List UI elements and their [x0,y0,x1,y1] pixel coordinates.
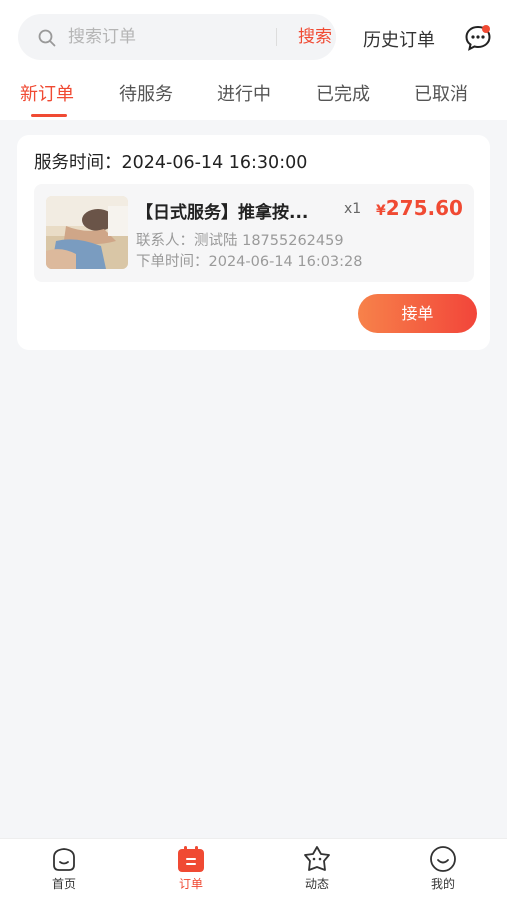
history-orders-link[interactable]: 历史订单 [363,26,435,52]
tab-completed[interactable]: 已完成 [316,80,370,106]
nav-item-orders[interactable]: 订单 [151,845,231,892]
order-calendar-icon [178,846,204,872]
unread-dot [482,25,490,33]
nav-label-feed: 动态 [304,877,329,891]
price: ¥275.60 [376,196,463,220]
nav-item-mine[interactable]: 我的 [403,845,483,892]
service-title: 【日式服务】推拿按... [136,203,309,223]
currency-symbol: ¥ [376,203,386,219]
smile-icon [430,846,456,872]
tab-in-progress[interactable]: 进行中 [217,80,271,106]
active-tab-indicator [31,114,67,117]
search-box[interactable]: 搜索 [18,14,336,60]
nav-label-home: 首页 [51,877,76,891]
search-divider [276,28,277,46]
top-bar: 搜索 历史订单 新订单 待服务 进行中 已完成 已取消 [0,0,507,120]
service-thumbnail [46,196,128,269]
order-tabs: 新订单 待服务 进行中 已完成 已取消 [0,70,507,118]
search-icon [38,29,56,47]
tab-new-orders[interactable]: 新订单 [20,80,74,106]
bottom-nav: 首页 订单 动态 我的 [0,838,507,900]
nav-item-home[interactable]: 首页 [24,845,104,892]
tab-pending-service[interactable]: 待服务 [119,80,173,106]
nav-label-mine: 我的 [430,877,455,891]
search-button[interactable]: 搜索 [280,14,350,60]
tab-cancelled[interactable]: 已取消 [414,80,468,106]
search-input[interactable] [68,14,258,60]
price-value: 275.60 [385,196,463,220]
home-face-icon [53,848,75,871]
accept-order-button[interactable]: 接单 [358,294,477,333]
order-time: 下单时间：2024-06-14 16:03:28 [136,254,363,270]
nav-item-feed[interactable]: 动态 [277,845,357,892]
nav-label-orders: 订单 [178,877,203,891]
contact-info: 联系人：测试陆 18755262459 [136,233,344,249]
order-item[interactable]: 【日式服务】推拿按... x1 ¥275.60 联系人：测试陆 18755262… [34,184,474,282]
quantity: x1 [344,201,362,217]
service-time: 服务时间：2024-06-14 16:30:00 [34,153,308,173]
message-bubble-icon[interactable] [464,24,492,52]
star-face-icon [304,846,330,871]
order-card[interactable]: 服务时间：2024-06-14 16:30:00 【日式服务】推拿按... x1… [17,135,490,350]
